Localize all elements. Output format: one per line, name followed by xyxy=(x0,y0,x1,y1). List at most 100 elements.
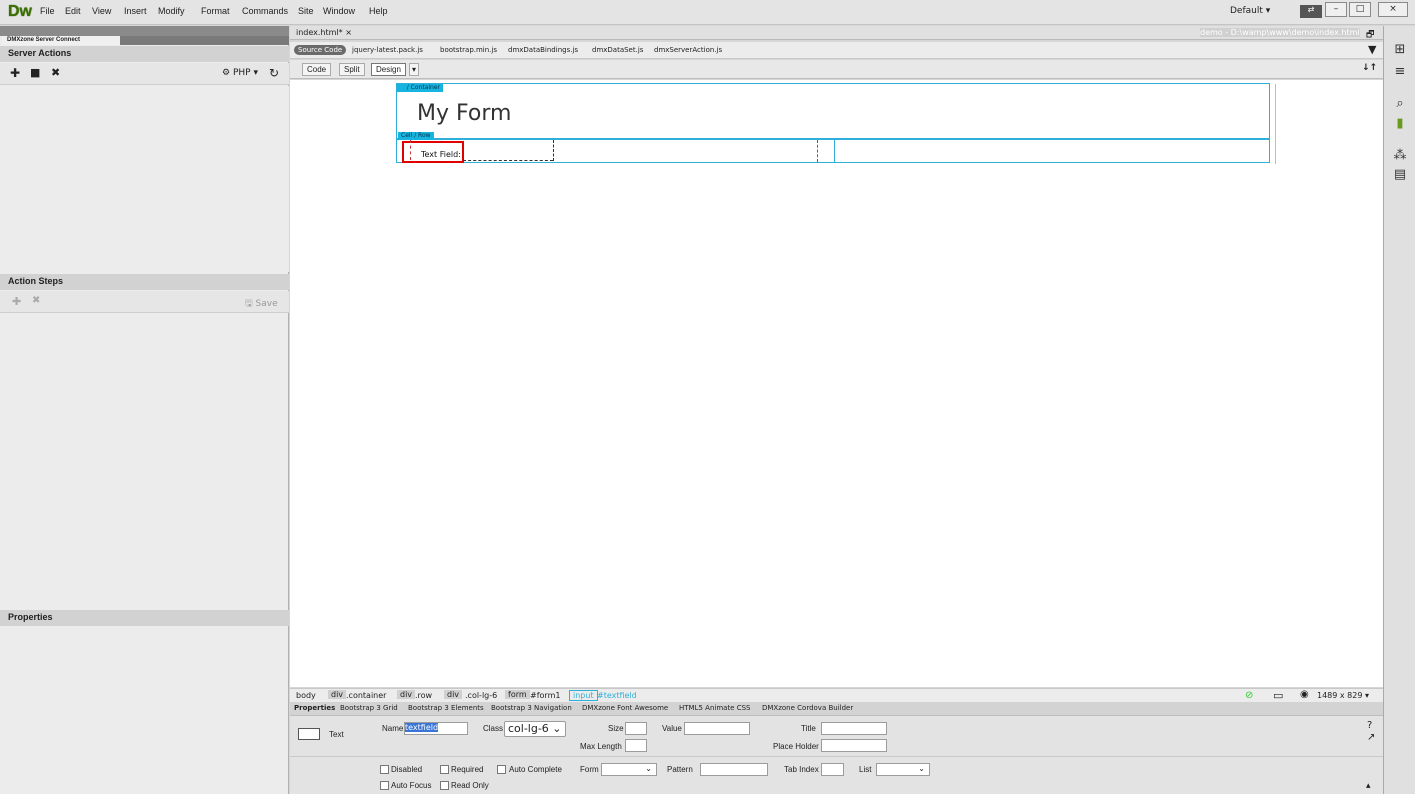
max-length-input[interactable] xyxy=(625,739,647,752)
server-actions-list xyxy=(0,86,289,272)
tab-cordova-builder[interactable]: DMXzone Cordova Builder xyxy=(762,704,853,712)
menu-file[interactable]: File xyxy=(40,6,55,16)
menu-commands[interactable]: Commands xyxy=(242,6,288,16)
readonly-checkbox[interactable] xyxy=(440,781,449,790)
size-input[interactable] xyxy=(625,722,647,735)
container-tag[interactable]: / Container xyxy=(397,84,443,92)
refresh-icon[interactable]: ↻ xyxy=(269,66,279,80)
menu-site[interactable]: Site xyxy=(298,6,314,16)
autocomplete-checkbox[interactable] xyxy=(497,765,506,774)
collapse-icon[interactable]: ▴ xyxy=(1366,781,1371,791)
add-step-icon[interactable]: ✚ xyxy=(12,295,21,308)
close-tab-icon[interactable]: × xyxy=(345,28,352,37)
menu-help[interactable]: Help xyxy=(369,6,388,16)
tab-properties[interactable]: Properties xyxy=(294,704,335,712)
globe-icon[interactable]: ◉ xyxy=(1300,689,1309,700)
tag-body[interactable]: body xyxy=(296,691,316,700)
tag-row[interactable]: .row xyxy=(415,691,432,700)
related-file[interactable]: jquery-latest.pack.js xyxy=(352,46,423,54)
tag-input[interactable]: input xyxy=(569,690,598,701)
autofocus-checkbox[interactable] xyxy=(380,781,389,790)
design-canvas[interactable]: / Container My Form Cell / Row Text Fiel… xyxy=(290,80,1383,687)
form-label: Form xyxy=(580,765,599,774)
minimize-button[interactable]: – xyxy=(1325,2,1347,17)
required-checkbox[interactable] xyxy=(440,765,449,774)
container-element[interactable]: / Container My Form xyxy=(396,83,1276,164)
site-map-icon[interactable]: ⁂ xyxy=(1391,148,1409,166)
panel-grip[interactable] xyxy=(0,26,289,36)
row-element[interactable]: Cell / Row Text Field: xyxy=(396,132,1270,163)
tab-font-awesome[interactable]: DMXzone Font Awesome xyxy=(582,704,668,712)
properties-panel: Text Name textfield Class col-lg-6 ⌄ Siz… xyxy=(290,715,1383,794)
assets-icon[interactable]: ▮ xyxy=(1391,116,1409,134)
tab-index-input[interactable] xyxy=(821,763,844,776)
save-icon: 🖫 xyxy=(245,299,253,309)
tab-bs3-grid[interactable]: Bootstrap 3 Grid xyxy=(340,704,398,712)
menu-view[interactable]: View xyxy=(92,6,111,16)
class-value: col-lg-6 xyxy=(508,722,549,735)
tab-bs3-elements[interactable]: Bootstrap 3 Elements xyxy=(408,704,484,712)
textfield-input[interactable] xyxy=(463,160,553,161)
edit-rule-icon[interactable]: ↗ xyxy=(1367,732,1375,743)
tag-col[interactable]: .col-lg-6 xyxy=(465,691,497,700)
split-view-button[interactable]: Split xyxy=(339,63,365,76)
php-selector[interactable]: ⚙ PHP ▾ xyxy=(222,68,258,78)
menu-insert[interactable]: Insert xyxy=(124,6,147,16)
menu-modify[interactable]: Modify xyxy=(158,6,185,16)
menu-window[interactable]: Window xyxy=(323,6,355,16)
tab-bs3-navigation[interactable]: Bootstrap 3 Navigation xyxy=(491,704,572,712)
add-icon[interactable]: ✚ xyxy=(10,66,20,80)
tag-form[interactable]: form xyxy=(505,690,530,699)
tag-container[interactable]: .container xyxy=(346,691,386,700)
name-value: textfield xyxy=(405,723,439,732)
row-tag[interactable]: Cell / Row xyxy=(398,132,434,140)
document-tab[interactable]: index.html* × xyxy=(296,28,352,37)
tag-div[interactable]: div xyxy=(328,690,347,699)
placeholder-input[interactable] xyxy=(821,739,887,752)
close-button[interactable]: × xyxy=(1378,2,1408,17)
device-icon[interactable]: ▭ xyxy=(1273,689,1283,702)
menu-edit[interactable]: Edit xyxy=(65,6,81,16)
workspace-switcher[interactable]: Default ▾ xyxy=(1230,6,1270,16)
sync-icon[interactable]: ⇄ xyxy=(1300,5,1322,18)
snippets-icon[interactable]: ▤ xyxy=(1391,167,1409,185)
related-file[interactable]: bootstrap.min.js xyxy=(440,46,497,54)
related-file[interactable]: dmxDataBindings.js xyxy=(508,46,578,54)
folder-icon[interactable]: ■ xyxy=(30,66,40,79)
tag-div[interactable]: div xyxy=(444,690,463,699)
name-input[interactable]: textfield xyxy=(404,722,468,735)
related-file[interactable]: dmxDataSet.js xyxy=(592,46,643,54)
tag-div[interactable]: div xyxy=(397,690,416,699)
source-code-tab[interactable]: Source Code xyxy=(294,45,347,55)
tab-animate-css[interactable]: HTML5 Animate CSS xyxy=(679,704,751,712)
filter-icon[interactable]: ▼ xyxy=(1368,43,1376,56)
code-view-button[interactable]: Code xyxy=(302,63,332,76)
save-button[interactable]: 🖫 Save xyxy=(245,296,278,312)
delete-icon[interactable]: ✖ xyxy=(51,66,60,79)
window-size[interactable]: 1489 x 829 ▾ xyxy=(1317,691,1369,700)
class-select[interactable]: col-lg-6 ⌄ xyxy=(504,721,566,737)
delete-step-icon[interactable]: ✖ xyxy=(32,295,40,306)
form-select[interactable]: ⌄ xyxy=(601,763,657,776)
tag-form-id[interactable]: #form1 xyxy=(530,691,560,700)
restore-icon[interactable]: 🗗 xyxy=(1366,27,1374,43)
value-input[interactable] xyxy=(684,722,750,735)
help-icon[interactable]: ? xyxy=(1367,720,1372,731)
title-input[interactable] xyxy=(821,722,887,735)
view-dropdown[interactable]: ▾ xyxy=(409,63,420,76)
related-file[interactable]: dmxServerAction.js xyxy=(654,46,722,54)
maximize-button[interactable]: □ xyxy=(1349,2,1371,17)
insert-panel-icon[interactable]: ⊞ xyxy=(1391,42,1409,60)
sort-icon[interactable]: ↓↑ xyxy=(1362,63,1377,73)
pattern-input[interactable] xyxy=(700,763,768,776)
database-icon[interactable]: ≡ xyxy=(1391,64,1409,82)
list-select[interactable]: ⌄ xyxy=(876,763,930,776)
inspect-icon[interactable]: ⌕ xyxy=(1391,96,1409,114)
design-view-button[interactable]: Design xyxy=(371,63,406,76)
valid-icon: ⊘ xyxy=(1245,690,1254,701)
menu-format[interactable]: Format xyxy=(201,6,230,16)
disabled-checkbox[interactable] xyxy=(380,765,389,774)
action-steps-toolbar: ✚ ✖ 🖫 Save xyxy=(0,291,289,313)
tag-input-id[interactable]: #textfield xyxy=(597,691,637,700)
panel-tab[interactable]: DMXzone Server Connect xyxy=(2,36,120,45)
